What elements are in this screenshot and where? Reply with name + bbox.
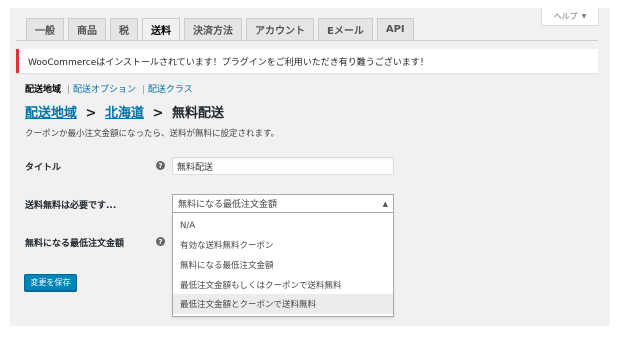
- help-tip-icon[interactable]: ?: [156, 161, 165, 170]
- subnav-link-options[interactable]: 配送オプション: [73, 85, 136, 95]
- requires-selected-value: 無料になる最低注文金額: [178, 200, 278, 210]
- subnav-link-classes[interactable]: 配送クラス: [148, 85, 193, 95]
- dropdown-option[interactable]: 有効な送料無料クーポン: [173, 236, 393, 256]
- shipping-subnav: 配送地域 | 配送オプション | 配送クラス: [25, 82, 193, 95]
- subnav-separator: |: [66, 85, 70, 95]
- requires-select[interactable]: 無料になる最低注文金額 ▲: [172, 194, 394, 212]
- title-input[interactable]: [172, 157, 394, 175]
- breadcrumb-separator: >: [152, 106, 164, 121]
- breadcrumb-zones-link[interactable]: 配送地域: [25, 106, 77, 121]
- breadcrumb-zone-link[interactable]: 北海道: [105, 106, 144, 121]
- tab-accounts[interactable]: アカウント: [246, 18, 314, 40]
- min-amount-label: 無料になる最低注文金額: [25, 239, 125, 249]
- chevron-down-icon: ▼: [581, 13, 587, 20]
- dropdown-option-highlighted[interactable]: 最低注文金額とクーポンで送料無料: [173, 294, 393, 314]
- chevron-up-icon: ▲: [382, 199, 388, 208]
- dropdown-option[interactable]: 無料になる最低注文金額: [173, 255, 393, 275]
- tab-products[interactable]: 商品: [68, 18, 106, 40]
- notice-text: WooCommerceはインストールされています！プラグインをご利用いただき有り…: [28, 57, 429, 68]
- tab-general[interactable]: 一般: [26, 18, 64, 40]
- subnav-separator: |: [141, 85, 145, 95]
- save-button[interactable]: 変更を保存: [24, 274, 77, 291]
- tab-payments[interactable]: 決済方法: [184, 18, 242, 40]
- tab-shipping[interactable]: 送料: [142, 18, 180, 40]
- help-tab[interactable]: ヘルプ ▼: [541, 8, 599, 26]
- title-label: タイトル: [25, 163, 62, 173]
- dropdown-option[interactable]: N/A: [173, 216, 393, 236]
- tab-api[interactable]: API: [376, 18, 414, 40]
- breadcrumb-separator: >: [85, 106, 97, 121]
- subnav-current-zones: 配送地域: [25, 85, 62, 95]
- method-description: クーポンか最小注文金額になったら、送料が無料に設定されます。: [25, 129, 280, 139]
- requires-dropdown: N/A 有効な送料無料クーポン 無料になる最低注文金額 最低注文金額もしくはクー…: [172, 212, 394, 317]
- help-label: ヘルプ: [553, 12, 578, 21]
- settings-tabs: 一般 商品 税 送料 決済方法 アカウント Eメール API: [26, 18, 414, 40]
- page-heading: 配送地域 > 北海道 > 無料配送: [25, 102, 224, 121]
- tab-tax[interactable]: 税: [110, 18, 138, 40]
- dropdown-option[interactable]: 最低注文金額もしくはクーポンで送料無料: [173, 275, 393, 295]
- install-notice: WooCommerceはインストールされています！プラグインをご利用いただき有り…: [16, 49, 598, 73]
- requires-label: 送料無料は必要です...: [25, 201, 117, 211]
- tab-emails[interactable]: Eメール: [318, 18, 373, 40]
- tabs-divider: [16, 40, 598, 41]
- page-title: 無料配送: [171, 106, 224, 121]
- help-tip-icon[interactable]: ?: [156, 237, 165, 246]
